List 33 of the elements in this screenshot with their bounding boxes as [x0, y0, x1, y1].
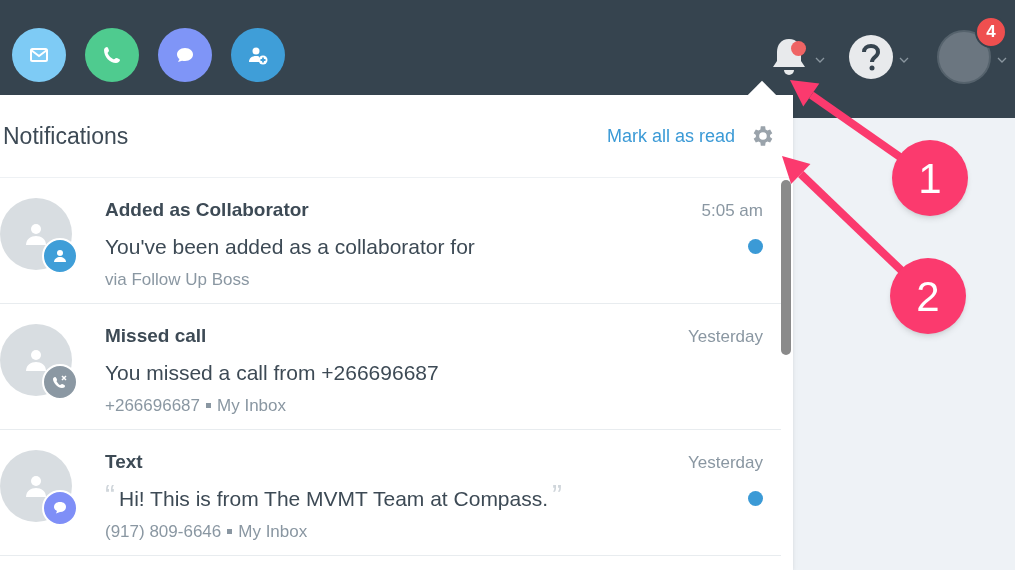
- notification-message: You missed a call from +266696687: [105, 359, 439, 386]
- help-icon: [849, 35, 893, 79]
- chat-button[interactable]: [158, 28, 212, 82]
- notification-title: Text: [105, 450, 143, 474]
- notification-count: 4: [975, 16, 1007, 48]
- caret-icon: [815, 57, 825, 63]
- notification-title: Added as Collaborator: [105, 198, 309, 222]
- notification-source: My Inbox: [238, 521, 308, 543]
- caret-icon: [997, 57, 1007, 63]
- notification-time: Yesterday: [688, 326, 763, 348]
- notification-time: Yesterday: [688, 452, 763, 474]
- notification-title: Missed call: [105, 324, 207, 348]
- notification-source: via Follow Up Boss: [105, 269, 250, 291]
- notification-item[interactable]: Added as Collaborator 5:05 am You've been added as a collaborator for via Follow Up Boss: [0, 178, 781, 304]
- add-person-button[interactable]: [231, 28, 285, 82]
- notification-message: You've been added as a collaborator for: [105, 233, 475, 260]
- scrollbar[interactable]: [781, 180, 791, 355]
- notification-item[interactable]: Text Yesterday “Hi! This is from The MVMT Team at Compass.” (917) 809-6646 My Inbox: [0, 430, 781, 556]
- quote-mark: ”: [552, 482, 563, 507]
- notification-item[interactable]: Missed call Yesterday You missed a call from +266696687 +266696687 My Inbox: [0, 304, 781, 430]
- notification-source: +266696687: [105, 395, 201, 417]
- phone-button[interactable]: [85, 28, 139, 82]
- callout-number: 1: [892, 140, 968, 216]
- panel-title: Notifications: [3, 121, 129, 151]
- callout-number: 2: [890, 258, 966, 334]
- notification-source: My Inbox: [217, 395, 286, 417]
- caret-icon: [899, 57, 909, 63]
- quote-mark: “: [105, 482, 115, 507]
- notification-message: Hi! This is from The MVMT Team at Compass.: [119, 485, 549, 512]
- help-button[interactable]: [849, 35, 909, 79]
- notification-source: (917) 809-6646: [105, 521, 222, 543]
- mail-button[interactable]: [12, 28, 66, 82]
- notification-time: 5:05 am: [701, 200, 763, 222]
